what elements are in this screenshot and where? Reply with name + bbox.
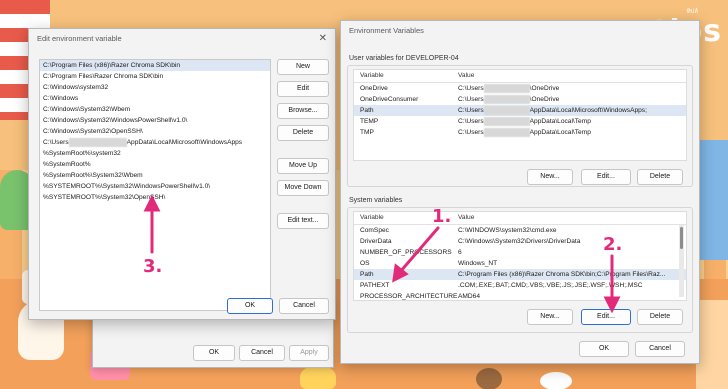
arrow-step1	[398, 226, 440, 274]
arrowhead-step2	[603, 296, 621, 314]
annotation-step1: 1.	[432, 206, 452, 227]
annotation-arrows	[143, 194, 621, 314]
annotation-step2: 2.	[603, 234, 623, 255]
annotation-step3: 3.	[143, 256, 163, 277]
arrowhead-step3	[143, 194, 161, 212]
